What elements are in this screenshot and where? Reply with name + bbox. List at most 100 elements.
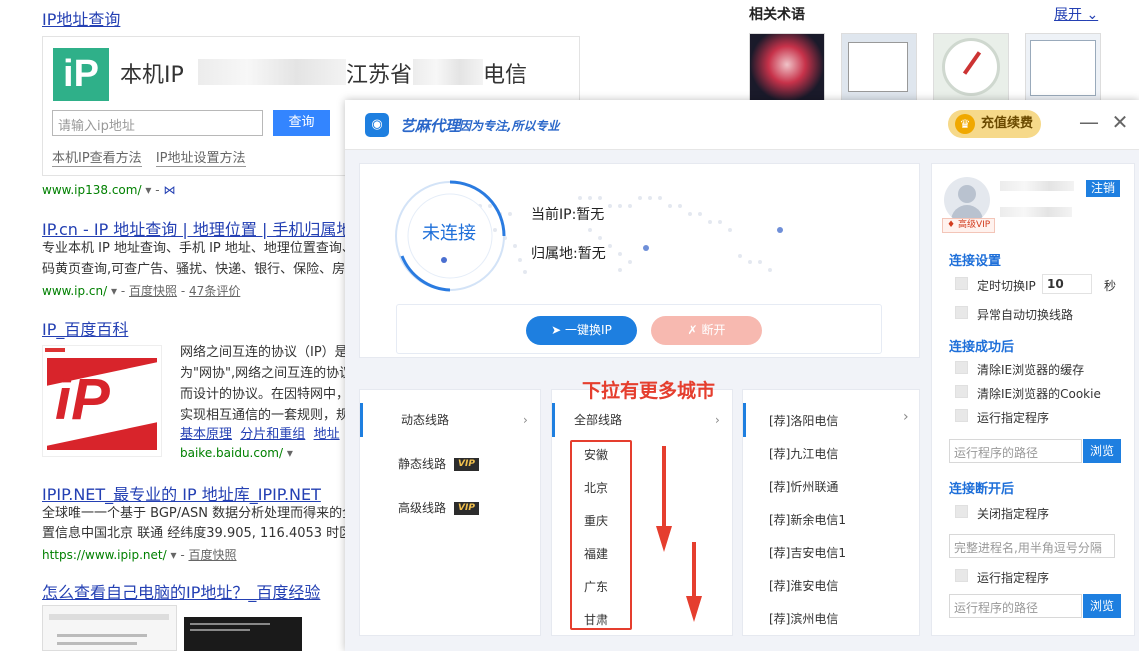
- baike-link-address[interactable]: 地址: [314, 427, 340, 442]
- line-item[interactable]: [荐]吉安电信1: [769, 544, 846, 561]
- city-item[interactable]: 重庆: [584, 512, 608, 529]
- region-all-lines[interactable]: 全部线路 ›: [552, 403, 724, 437]
- checkbox-run-program[interactable]: [955, 409, 968, 422]
- menu-dynamic-line[interactable]: 动态线路 ›: [360, 403, 532, 437]
- disconnect-button[interactable]: ✗ 断开: [651, 316, 762, 345]
- app-logo-icon: ◉: [365, 113, 389, 137]
- dropdown-arrow-icon[interactable]: ▾: [111, 284, 117, 298]
- ip-search-input[interactable]: 请输入ip地址: [52, 110, 263, 136]
- line-item[interactable]: [荐]新余电信1: [769, 511, 846, 528]
- menu-advanced-line[interactable]: 高级线路 VIP: [360, 491, 532, 525]
- link-view-local-ip[interactable]: 本机IP查看方法: [52, 151, 142, 167]
- run-program-label: 运行指定程序: [977, 411, 1050, 425]
- result-snippet-baike-3: 而设计的协议。在因特网中，: [180, 387, 345, 402]
- switch-ip-button[interactable]: ➤ 一键换IP: [526, 316, 637, 345]
- result-title-baike[interactable]: IP_百度百科: [42, 316, 128, 340]
- disconnect-icon: ✗: [687, 323, 698, 337]
- chevron-down-icon: ⌄: [1086, 7, 1099, 23]
- reviews-link[interactable]: 47条评价: [189, 284, 240, 298]
- dropdown-arrow-icon[interactable]: ▾: [287, 446, 293, 460]
- dropdown-arrow-icon[interactable]: ▾: [145, 183, 151, 197]
- line-list-panel: [荐]洛阳电信 › [荐]九江电信 [荐]忻州联通 [荐]新余电信1 [荐]吉安…: [742, 389, 920, 636]
- recharge-button[interactable]: ♛ 充值续费: [948, 110, 1041, 138]
- menu-static-line[interactable]: 静态线路 VIP: [360, 447, 532, 481]
- vip-badge: VIP: [454, 502, 479, 515]
- browse-button-2[interactable]: 浏览: [1083, 594, 1121, 618]
- checkbox-clear-cache[interactable]: [955, 361, 968, 374]
- city-item[interactable]: 安徽: [584, 446, 608, 463]
- menu-label: 静态线路: [398, 457, 447, 471]
- jingyan-thumb-2[interactable]: [184, 617, 302, 651]
- chevron-right-icon: ›: [715, 413, 720, 427]
- result-source-baike: baike.baidu.com/ ▾: [180, 446, 293, 460]
- logout-button[interactable]: 注销: [1086, 180, 1120, 197]
- checkbox-timed-switch[interactable]: [955, 277, 968, 290]
- region-label: 全部线路: [574, 413, 623, 427]
- line-item[interactable]: [荐]九江电信: [769, 445, 838, 462]
- line-item[interactable]: [荐]滨州电信: [769, 610, 838, 627]
- line-item[interactable]: [荐]忻州联通: [769, 478, 838, 495]
- result-snippet-baike-2: 为"网协",网络之间互连的协议: [180, 366, 345, 381]
- jingyan-thumb-1[interactable]: [42, 605, 177, 651]
- result-snippet-ipip-1: 全球唯一一个基于 BGP/ASN 数据分析处理而得来的全: [42, 506, 345, 521]
- city-item[interactable]: 甘肃: [584, 611, 608, 628]
- process-name-input[interactable]: 完整进程名,用半角逗号分隔: [949, 534, 1115, 558]
- result-title-jingyan[interactable]: 怎么查看自己电脑的IP地址？_百度经验: [42, 579, 320, 603]
- city-item[interactable]: 北京: [584, 479, 608, 496]
- link-ip-settings[interactable]: IP地址设置方法: [155, 151, 246, 167]
- program-path-input[interactable]: 运行程序的路径: [949, 439, 1082, 463]
- masked-city: [413, 59, 483, 85]
- checkbox-run-program-2[interactable]: [955, 569, 968, 582]
- snapshot-link[interactable]: 百度快照: [129, 284, 177, 298]
- region-panel: 全部线路 › 安徽 北京 重庆 福建 广东 甘肃: [551, 389, 733, 636]
- browse-button[interactable]: 浏览: [1083, 439, 1121, 463]
- result-title-ipcn[interactable]: IP.cn - IP 地址查询 | 地理位置 | 手机归属地: [42, 216, 352, 240]
- ip-isp: 电信: [483, 63, 528, 88]
- line-item[interactable]: [荐]淮安电信: [769, 577, 838, 594]
- related-terms-title: 相关术语: [749, 7, 805, 23]
- minimize-icon[interactable]: —: [1077, 110, 1101, 134]
- close-icon[interactable]: ✕: [1108, 110, 1132, 134]
- related-thumb-1[interactable]: [749, 33, 825, 103]
- baike-link-fragment[interactable]: 分片和重组: [240, 427, 305, 442]
- result-snippet-ipcn-2: 码黄页查询,可查广告、骚扰、快递、银行、保险、房: [42, 262, 345, 277]
- annotation-more-cities: 下拉有更多城市: [582, 380, 716, 402]
- disconnect-label: 断开: [701, 323, 726, 337]
- status-panel: 未连接 当前IP:暂无 归属地:暂无: [359, 163, 920, 358]
- result-title-ipip[interactable]: IPIP.NET_最专业的 IP 地址库_IPIP.NET: [42, 481, 321, 505]
- city-item[interactable]: 福建: [584, 545, 608, 562]
- ip-province: 江苏省: [346, 63, 413, 88]
- checkbox-close-program[interactable]: [955, 505, 968, 518]
- app-titlebar: ◉ 艺麻代理 因为专注,所以专业 ♛ 充值续费 — ✕: [345, 100, 1139, 150]
- program-path-input-2[interactable]: 运行程序的路径: [949, 594, 1082, 618]
- result-source-ipip: https://www.ipip.net/ ▾ - 百度快照: [42, 548, 237, 562]
- line-type-panel: 动态线路 › 静态线路 VIP 高级线路 VIP: [359, 389, 541, 636]
- checkbox-auto-switch[interactable]: [955, 306, 968, 319]
- dropdown-arrow-icon[interactable]: ▾: [170, 548, 176, 562]
- related-thumb-2[interactable]: [841, 33, 917, 103]
- baike-link-principle[interactable]: 基本原理: [180, 427, 232, 442]
- source-url: baike.baidu.com/: [180, 446, 284, 460]
- result-snippet-ipcn-1: 专业本机 IP 地址查询、手机 IP 地址、地理位置查询、: [42, 241, 345, 256]
- baike-ip-image[interactable]: iP: [42, 345, 162, 457]
- section-connect-settings: 连接设置: [949, 254, 1002, 269]
- annotation-arrows: [656, 446, 702, 622]
- result-snippet-baike-4: 实现相互通信的一套规则，规: [180, 408, 345, 423]
- source-url: https://www.ipip.net/: [42, 548, 167, 562]
- line-item[interactable]: [荐]洛阳电信: [769, 412, 838, 429]
- related-thumb-4[interactable]: [1025, 33, 1101, 103]
- masked-ip: [198, 59, 346, 85]
- section-after-disconnect: 连接断开后: [949, 482, 1015, 497]
- ip-query-button[interactable]: 查询: [273, 110, 330, 136]
- menu-label: 动态线路: [401, 413, 450, 427]
- related-expand-link[interactable]: 展开 ⌄: [1054, 4, 1098, 24]
- result-title-ip138[interactable]: IP地址查询: [42, 6, 120, 30]
- translate-icon[interactable]: ⋈: [163, 183, 175, 197]
- related-thumb-3[interactable]: [933, 33, 1009, 103]
- menu-label: 高级线路: [398, 501, 447, 515]
- checkbox-clear-cookie[interactable]: [955, 385, 968, 398]
- timed-interval-input[interactable]: 10: [1042, 274, 1092, 294]
- snapshot-link[interactable]: 百度快照: [188, 548, 236, 562]
- city-item[interactable]: 广东: [584, 578, 608, 595]
- baike-sublinks: 基本原理 分片和重组 地址: [180, 424, 345, 445]
